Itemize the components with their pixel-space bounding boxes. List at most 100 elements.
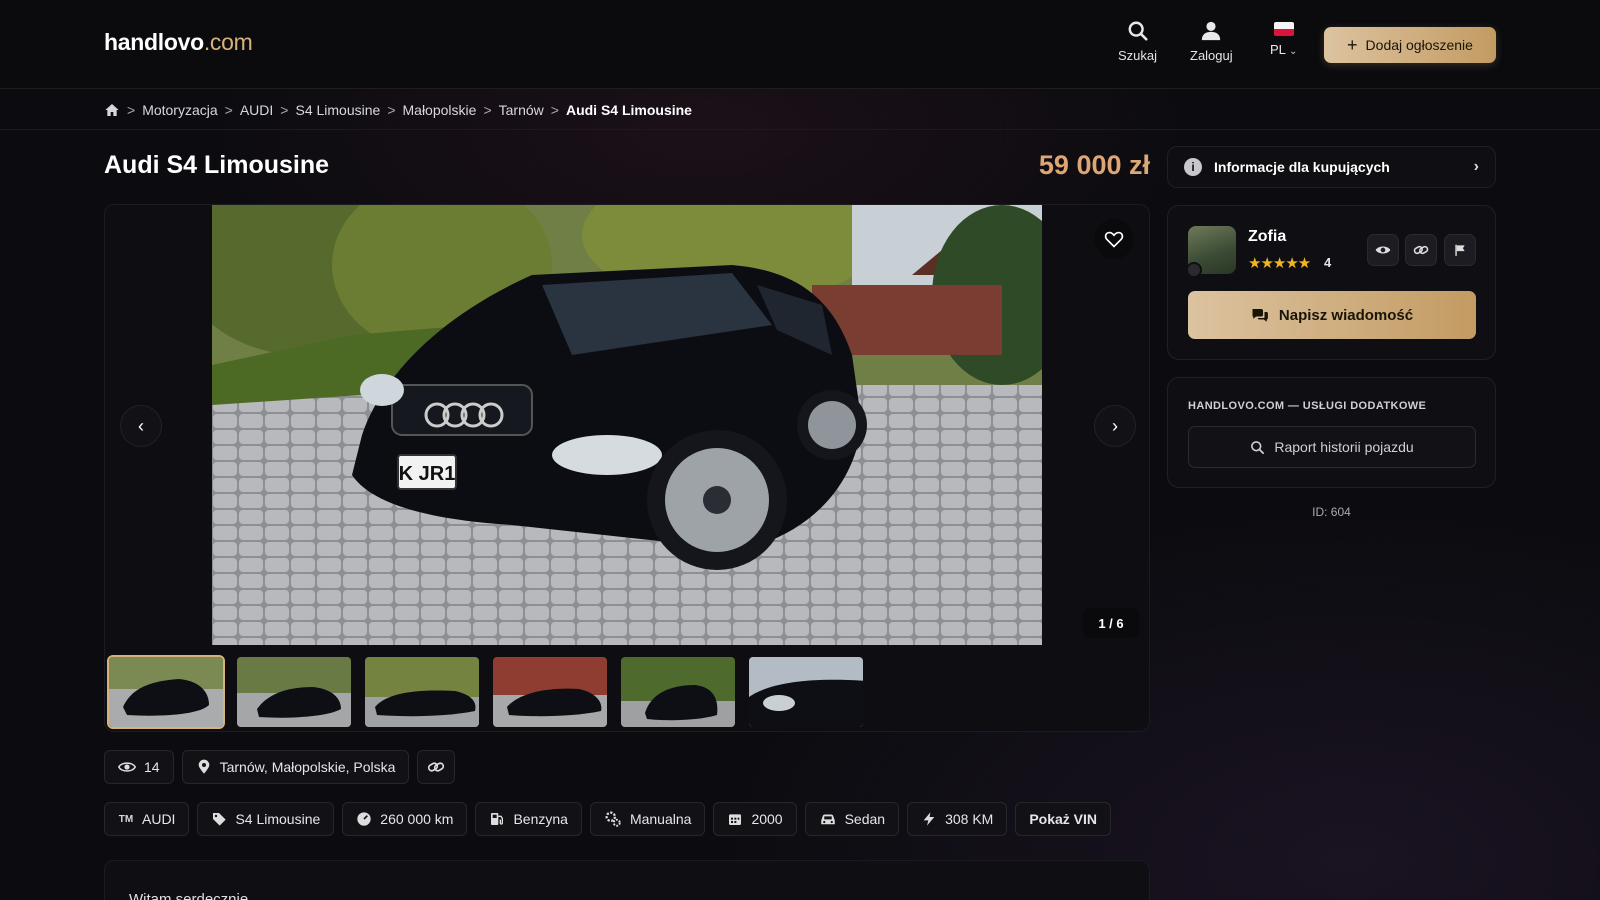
breadcrumb-bar: > Motoryzacja > AUDI > S4 Limousine > Ma…: [0, 90, 1600, 130]
user-icon: [1202, 21, 1221, 41]
add-listing-button[interactable]: + Dodaj ogłoszenie: [1324, 27, 1496, 63]
thumbnail[interactable]: [747, 655, 865, 729]
calendar-icon: [729, 814, 742, 825]
poland-flag-icon: [1273, 22, 1294, 36]
chat-bubbles-icon: [1252, 309, 1268, 322]
body-type-chip: Sedan: [804, 802, 900, 836]
site-logo[interactable]: handlovo.com: [104, 29, 253, 56]
home-icon[interactable]: [104, 102, 120, 118]
brand-text: AUDI: [142, 811, 176, 827]
seller-card: Zofia ★★★★★ 4 Napisz wiadomość: [1167, 205, 1496, 360]
share-link-button[interactable]: [417, 750, 456, 784]
thumbnail[interactable]: [491, 655, 609, 729]
breadcrumb-link[interactable]: Małopolskie: [403, 102, 477, 118]
views-count: 14: [144, 759, 160, 775]
search-label: Szukaj: [1118, 48, 1158, 63]
year-text: 2000: [751, 811, 783, 827]
heart-icon: [1104, 231, 1124, 248]
breadcrumb-current: Audi S4 Limousine: [565, 102, 692, 118]
brand-chip[interactable]: TM AUDI: [104, 802, 190, 836]
seller-name[interactable]: Zofia: [1248, 228, 1286, 246]
vehicle-history-report-label: Raport historii pojazdu: [1274, 439, 1414, 455]
specs-row: TM AUDI S4 Limousine 260 000 km Benzyna …: [104, 802, 1112, 836]
car-icon: [820, 814, 835, 825]
language-selector[interactable]: PL ⌄: [1270, 22, 1297, 57]
fuel-text: Benzyna: [513, 811, 568, 827]
report-button[interactable]: [1444, 234, 1476, 266]
power-chip: 308 KM: [907, 802, 1008, 836]
chevron-left-icon: ‹: [138, 415, 144, 436]
breadcrumb-link[interactable]: Tarnów: [499, 102, 544, 118]
breadcrumb-separator: >: [224, 102, 233, 118]
thumbnail[interactable]: [619, 655, 737, 729]
link-icon: [1413, 245, 1429, 255]
gearbox-chip: Manualna: [589, 802, 706, 836]
views-chip: 14: [104, 750, 174, 784]
seller-rating: 4: [1324, 255, 1332, 270]
breadcrumb-separator: >: [127, 102, 136, 118]
year-chip: 2000: [713, 802, 797, 836]
breadcrumb-link[interactable]: Motoryzacja: [142, 102, 217, 118]
buyer-info-button[interactable]: i Informacje dla kupujących ›: [1167, 146, 1496, 188]
breadcrumb-separator: >: [387, 102, 396, 118]
star-rating-icon: ★★★★★: [1248, 255, 1311, 272]
tag-icon: [213, 813, 227, 826]
listing-title: Audi S4 Limousine: [104, 151, 330, 179]
thumbnail[interactable]: [235, 655, 353, 729]
breadcrumb-separator: >: [550, 102, 559, 118]
show-vin-label: Pokaż VIN: [1029, 811, 1098, 827]
main-photo[interactable]: K JR1: [212, 205, 1042, 645]
gallery-prev-button[interactable]: ‹: [120, 405, 162, 447]
send-message-label: Napisz wiadomość: [1278, 306, 1414, 324]
gauge-icon: [357, 812, 371, 826]
fuel-chip: Benzyna: [475, 802, 582, 836]
location-chip[interactable]: Tarnów, Małopolskie, Polska: [181, 750, 410, 784]
send-message-button[interactable]: Napisz wiadomość: [1188, 291, 1476, 339]
gearbox-text: Manualna: [629, 811, 692, 827]
breadcrumb-link[interactable]: AUDI: [240, 102, 273, 118]
body-type-text: Sedan: [844, 811, 886, 827]
plus-icon: +: [1347, 35, 1358, 55]
thumbnail[interactable]: [363, 655, 481, 729]
chevron-right-icon: ›: [1473, 158, 1479, 175]
listing-id: ID: 604: [1312, 505, 1351, 519]
eye-icon: [1375, 246, 1391, 254]
vehicle-history-report-button[interactable]: Raport historii pojazdu: [1188, 426, 1476, 468]
flag-icon: [1455, 244, 1465, 256]
breadcrumb-separator: >: [280, 102, 289, 118]
model-text: S4 Limousine: [235, 811, 321, 827]
breadcrumb: > Motoryzacja > AUDI > S4 Limousine > Ma…: [104, 102, 692, 118]
breadcrumb-link[interactable]: S4 Limousine: [295, 102, 380, 118]
description-text: Witam serdecznie: [129, 891, 249, 900]
copy-link-button[interactable]: [1405, 234, 1437, 266]
model-chip[interactable]: S4 Limousine: [197, 802, 335, 836]
gallery-next-button[interactable]: ›: [1094, 405, 1136, 447]
lightning-icon: [923, 812, 935, 826]
thumbnail-strip: [107, 655, 865, 729]
follow-seller-button[interactable]: [1367, 234, 1399, 266]
listing-meta-row: 14 Tarnów, Małopolskie, Polska: [104, 750, 456, 784]
map-pin-icon: [198, 759, 209, 774]
chevron-right-icon: ›: [1112, 415, 1118, 436]
eye-icon: [118, 762, 136, 772]
location-text: Tarnów, Małopolskie, Polska: [219, 759, 396, 775]
photo-gallery: K JR1 ‹ › 1 / 6: [104, 204, 1150, 732]
buyer-info-label: Informacje dla kupujących: [1214, 159, 1390, 175]
power-text: 308 KM: [945, 811, 994, 827]
description-card: Witam serdecznie: [104, 860, 1150, 900]
favorite-button[interactable]: [1094, 219, 1134, 259]
language-label: PL: [1270, 42, 1286, 57]
link-icon: [428, 762, 445, 772]
thumbnail[interactable]: [107, 655, 225, 729]
photo-counter: 1 / 6: [1083, 608, 1139, 638]
trademark-icon: TM: [118, 813, 134, 825]
login-nav-button[interactable]: Zaloguj: [1190, 20, 1233, 63]
show-vin-button[interactable]: Pokaż VIN: [1015, 802, 1112, 836]
listing-price: 59 000 zł: [1038, 150, 1150, 180]
logo-domain: .com: [203, 29, 253, 55]
add-listing-label: Dodaj ogłoszenie: [1365, 37, 1473, 53]
additional-services-card: HANDLOVO.COM — USŁUGI DODATKOWE Raport h…: [1167, 377, 1496, 488]
fuel-pump-icon: [491, 813, 504, 825]
search-icon: [1128, 21, 1148, 41]
search-nav-button[interactable]: Szukaj: [1118, 20, 1157, 63]
